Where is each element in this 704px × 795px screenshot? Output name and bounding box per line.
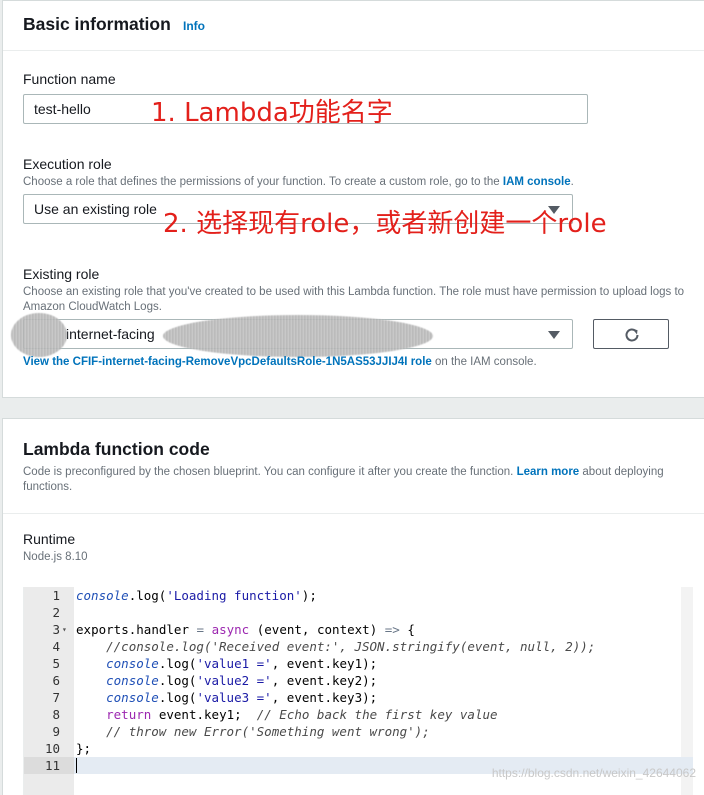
line-number: 1 (52, 588, 60, 603)
runtime-value: Node.js 8.10 (23, 551, 88, 563)
code-text: // throw new Error('Something went wrong… (106, 724, 430, 739)
code-lines: 1 console.log('Loading function'); 2 3 ▾ expo… (24, 587, 693, 774)
refresh-icon (625, 328, 639, 342)
existing-role-label: Existing role (23, 266, 100, 282)
annotation-execution-role: 2. 选择现有role，或者新创建一个role (163, 209, 607, 239)
divider (3, 513, 704, 514)
line-number: 5 (52, 656, 60, 671)
code-line[interactable]: 7 console.log('value3 =', event.key3); (24, 689, 693, 706)
lambda-function-code-title: Lambda function code (23, 439, 210, 459)
redacted-blur-right (163, 315, 433, 357)
code-line[interactable]: 9 // throw new Error('Something went wro… (24, 723, 693, 740)
line-number: 11 (44, 758, 60, 773)
code-line[interactable]: 4 //console.log('Received event:', JSON.… (24, 638, 693, 655)
existing-role-value: internet-facing (66, 326, 155, 342)
line-number: 4 (52, 639, 60, 654)
code-line[interactable]: 2 (24, 604, 693, 621)
execution-role-label: Execution role (23, 156, 112, 172)
execution-role-description: Choose a role that defines the permissio… (23, 176, 574, 188)
line-number: 3 (52, 622, 60, 637)
basic-information-panel: Basic information Info Function name 1. … (2, 0, 704, 398)
line-number: 2 (52, 605, 60, 620)
line-number: 7 (52, 690, 60, 705)
code-line[interactable]: 3 ▾ exports.handler = async (event, contex… (24, 621, 693, 638)
code-line[interactable]: 10}; (24, 740, 693, 757)
code-line[interactable]: 5 console.log('value1 =', event.key1); (24, 655, 693, 672)
view-role-line: View the CFIF-internet-facing-RemoveVpcD… (23, 356, 537, 368)
redacted-blur-left (11, 313, 67, 357)
code-line[interactable]: 6 console.log('value2 =', event.key2); (24, 672, 693, 689)
code-line[interactable]: 8 return event.key1; // Echo back the fi… (24, 706, 693, 723)
lambda-function-code-panel: Lambda function code Code is preconfigur… (2, 418, 704, 795)
line-number: 10 (44, 741, 60, 756)
text-cursor (76, 758, 77, 773)
line-number: 6 (52, 673, 60, 688)
refresh-roles-button[interactable] (593, 319, 669, 349)
code-text: return event.key1; // Echo back the firs… (106, 707, 498, 722)
basic-information-header: Basic information Info (3, 1, 704, 51)
view-role-link[interactable]: View the CFIF-internet-facing-RemoveVpcD… (23, 356, 432, 368)
annotation-function-name: 1. Lambda功能名字 (151, 98, 393, 128)
info-link[interactable]: Info (183, 19, 205, 33)
chevron-down-icon (548, 331, 560, 339)
function-name-label: Function name (23, 71, 116, 87)
code-text: //console.log('Received event:', JSON.st… (106, 639, 596, 654)
code-text: console.log('value1 =', event.key1); (106, 656, 378, 671)
basic-information-title: Basic information (23, 14, 171, 34)
execution-role-value: Use an existing role (34, 201, 157, 217)
code-line[interactable]: 1 console.log('Loading function'); (24, 587, 693, 604)
function-code-description: Code is preconfigured by the chosen blue… (23, 466, 664, 493)
code-editor[interactable]: 1 console.log('Loading function'); 2 3 ▾ expo… (23, 587, 693, 795)
line-number: 9 (52, 724, 60, 739)
code-text: console.log('Loading function'); (76, 588, 317, 603)
existing-role-description: Choose an existing role that you've crea… (23, 286, 685, 313)
learn-more-link[interactable]: Learn more (517, 466, 580, 478)
runtime-label: Runtime (23, 531, 76, 547)
iam-console-link[interactable]: IAM console (503, 176, 571, 188)
code-text: console.log('value3 =', event.key3); (106, 690, 378, 705)
line-number: 8 (52, 707, 60, 722)
watermark: https://blog.csdn.net/weixin_42644062 (491, 766, 696, 780)
fold-toggle-icon[interactable]: ▾ (62, 621, 67, 638)
code-text: exports.handler = async (event, context)… (76, 622, 415, 637)
code-text: console.log('value2 =', event.key2); (106, 673, 378, 688)
code-text: }; (76, 741, 92, 756)
